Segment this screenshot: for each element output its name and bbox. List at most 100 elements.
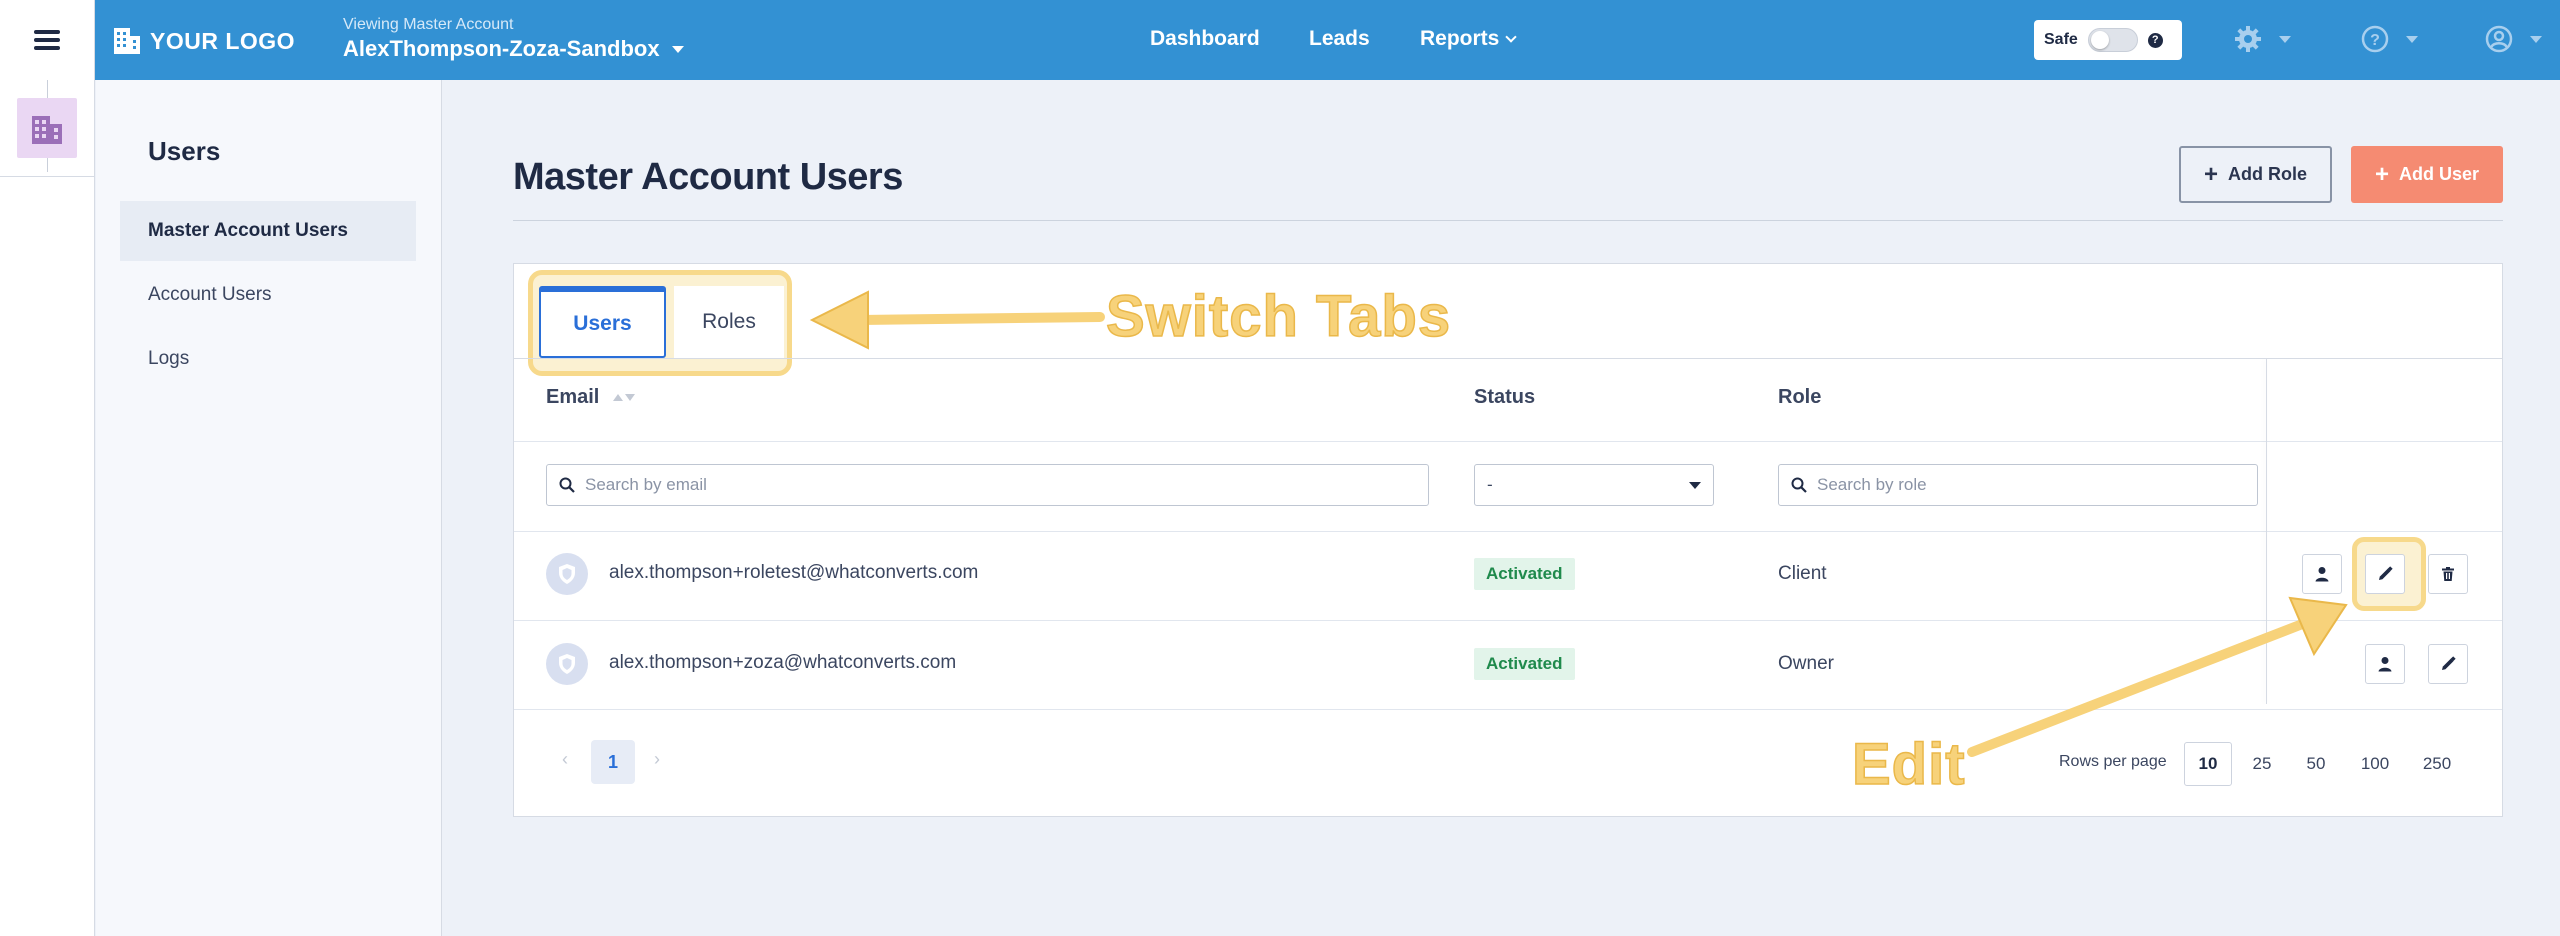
column-header-role: Role (1778, 386, 1822, 408)
menu-button[interactable] (0, 0, 95, 80)
settings-menu[interactable] (2233, 24, 2291, 54)
switch-tabs-annotation: Switch Tabs (1105, 283, 1452, 350)
email-search-input[interactable] (585, 475, 1324, 495)
rows-per-page-option[interactable]: 100 (2353, 742, 2397, 786)
row-divider (514, 620, 2502, 621)
column-header-status: Status (1474, 386, 1536, 408)
caret-down-icon (1689, 481, 1701, 489)
rows-per-page-option[interactable]: 50 (2294, 742, 2338, 786)
sidebar-item-master-account-users[interactable]: Master Account Users (120, 201, 416, 261)
plus-icon: + (2374, 160, 2389, 188)
pencil-icon (2442, 656, 2456, 670)
sidebar-title: Users (148, 136, 221, 166)
rows-per-page-option[interactable]: 25 (2240, 742, 2284, 786)
safe-toggle[interactable] (2087, 28, 2138, 52)
row-divider (514, 441, 2502, 442)
sidebar-item-account-users[interactable]: Account Users (120, 265, 416, 325)
person-icon (2378, 657, 2392, 672)
pagination-next[interactable]: › (654, 749, 660, 770)
column-header-email[interactable]: Email (546, 386, 636, 409)
tabs-divider (514, 358, 2502, 359)
account-caption: Viewing Master Account (343, 16, 514, 33)
actions-column-divider (2266, 359, 2267, 704)
table-row-role: Owner (1778, 653, 1834, 674)
account-rail (0, 80, 95, 936)
add-user-button[interactable]: + Add User (2351, 146, 2503, 203)
table-row-email: alex.thompson+roletest@whatconverts.com (609, 562, 979, 583)
safe-mode-control: Safe ? (2034, 20, 2182, 60)
caret-down-icon (2530, 35, 2542, 43)
help-icon: ? (2361, 25, 2389, 53)
building-icon (32, 116, 62, 144)
shield-icon (559, 654, 575, 674)
users-sidebar: Users Master Account Users Account Users… (96, 80, 442, 936)
tab-roles[interactable]: Roles (674, 286, 784, 358)
nav-reports-label: Reports (1420, 27, 1500, 50)
delete-user-button[interactable] (2428, 554, 2468, 594)
role-search-field[interactable] (1778, 464, 2258, 506)
search-icon (559, 477, 575, 493)
rows-per-page-label: Rows per page (2059, 753, 2167, 770)
avatar (546, 553, 588, 595)
person-icon (2315, 567, 2329, 582)
caret-down-icon (2406, 35, 2418, 43)
email-search-field[interactable] (546, 464, 1429, 506)
edit-annotation: Edit (1851, 731, 1966, 798)
logo-text: YOUR LOGO (150, 27, 296, 54)
chevron-down-icon (1505, 31, 1518, 43)
add-role-label: Add Role (2228, 164, 2307, 184)
add-user-label: Add User (2399, 164, 2480, 184)
account-tile[interactable] (17, 98, 77, 158)
menu-icon (34, 30, 60, 50)
nav-leads[interactable]: Leads (1309, 27, 1370, 51)
caret-down-icon (2279, 35, 2291, 43)
row-divider (514, 531, 2502, 532)
svg-text:?: ? (2370, 32, 2380, 49)
plus-icon: + (2203, 160, 2218, 188)
nav-dashboard[interactable]: Dashboard (1150, 27, 1260, 51)
impersonate-user-button[interactable] (2365, 644, 2405, 684)
safe-help-icon[interactable]: ? (2147, 32, 2163, 48)
trash-icon (2442, 567, 2454, 581)
column-header-email-label: Email (546, 386, 600, 408)
account-name: AlexThompson-Zoza-Sandbox (343, 36, 660, 61)
edit-user-button[interactable] (2428, 644, 2468, 684)
nav-reports[interactable]: Reports (1420, 27, 1518, 51)
page-title: Master Account Users (513, 156, 903, 198)
user-menu[interactable] (2484, 24, 2542, 54)
rail-divider (0, 176, 95, 177)
title-divider (513, 220, 2503, 221)
user-circle-icon (2485, 25, 2513, 53)
safe-label: Safe (2044, 31, 2078, 48)
status-filter-select[interactable]: - (1474, 464, 1714, 506)
row-divider (514, 709, 2502, 710)
pencil-icon (2379, 566, 2393, 580)
avatar (546, 643, 588, 685)
add-role-button[interactable]: + Add Role (2179, 146, 2332, 203)
impersonate-user-button[interactable] (2302, 554, 2342, 594)
table-row-role: Client (1778, 563, 1827, 584)
table-row-email: alex.thompson+zoza@whatconverts.com (609, 652, 957, 673)
building-icon (114, 28, 140, 54)
gear-icon (2235, 26, 2261, 52)
edit-user-button[interactable] (2365, 554, 2405, 594)
rows-per-page-option[interactable]: 10 (2184, 742, 2232, 786)
top-bar: YOUR LOGO Viewing Master Account AlexTho… (0, 0, 2560, 80)
sort-icon (613, 394, 636, 401)
status-badge: Activated (1474, 558, 1575, 590)
caret-down-icon (671, 45, 684, 53)
account-switcher[interactable]: AlexThompson-Zoza-Sandbox (343, 36, 684, 62)
pagination-prev[interactable]: ‹ (562, 749, 568, 770)
help-menu[interactable]: ? (2360, 24, 2418, 54)
tab-users[interactable]: Users (539, 286, 666, 358)
status-badge: Activated (1474, 648, 1575, 680)
pagination-page-current[interactable]: 1 (591, 740, 635, 784)
sidebar-item-logs[interactable]: Logs (120, 329, 416, 389)
rows-per-page-option[interactable]: 250 (2415, 742, 2459, 786)
search-icon (1791, 477, 1807, 493)
logo[interactable]: YOUR LOGO (112, 26, 295, 56)
users-card: Users Roles Email Status Role - alex.tho… (513, 263, 2503, 817)
role-search-input[interactable] (1817, 475, 2214, 495)
status-filter-value: - (1487, 475, 1493, 494)
shield-icon (559, 564, 575, 584)
